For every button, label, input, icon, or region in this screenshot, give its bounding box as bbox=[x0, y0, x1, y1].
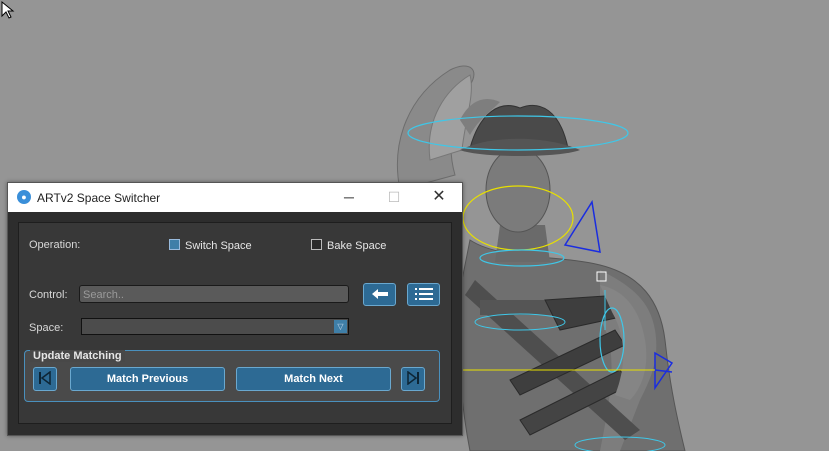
switch-space-option[interactable]: Switch Space bbox=[169, 239, 252, 252]
operation-label: Operation: bbox=[29, 239, 81, 251]
update-matching-group: Update Matching Match Previous Match Nex… bbox=[24, 350, 440, 402]
close-button[interactable]: ✕ bbox=[425, 187, 453, 207]
space-dropdown[interactable]: ▽ bbox=[81, 318, 349, 335]
chevron-down-icon[interactable]: ▽ bbox=[334, 320, 347, 333]
update-matching-title: Update Matching bbox=[30, 350, 125, 362]
title-bar[interactable]: ● ARTv2 Space Switcher ─ ☐ ✕ bbox=[8, 183, 462, 212]
last-frame-button[interactable] bbox=[401, 367, 425, 391]
first-frame-button[interactable] bbox=[33, 367, 57, 391]
control-search-input[interactable]: Search.. bbox=[79, 285, 349, 303]
skip-first-icon bbox=[39, 370, 51, 386]
list-icon bbox=[414, 288, 433, 300]
main-panel: Operation: Switch Space Bake Space Contr… bbox=[18, 222, 452, 424]
maximize-button[interactable]: ☐ bbox=[380, 187, 408, 207]
space-switcher-window: ● ARTv2 Space Switcher ─ ☐ ✕ Operation: … bbox=[7, 182, 463, 436]
mouse-cursor-icon bbox=[1, 0, 15, 19]
control-label: Control: bbox=[29, 289, 68, 301]
bake-space-option[interactable]: Bake Space bbox=[311, 239, 386, 252]
back-button[interactable] bbox=[363, 283, 396, 306]
bake-space-checkbox[interactable] bbox=[311, 239, 322, 250]
match-next-button[interactable]: Match Next bbox=[236, 367, 391, 391]
minimize-button[interactable]: ─ bbox=[335, 187, 363, 207]
app-icon: ● bbox=[17, 190, 31, 204]
match-previous-button[interactable]: Match Previous bbox=[70, 367, 225, 391]
switch-space-checkbox[interactable] bbox=[169, 239, 180, 250]
space-label: Space: bbox=[29, 322, 64, 334]
arrow-left-icon bbox=[371, 289, 388, 299]
list-button[interactable] bbox=[407, 283, 440, 306]
switch-space-label: Switch Space bbox=[185, 240, 252, 252]
window-title: ARTv2 Space Switcher bbox=[37, 191, 161, 205]
bake-space-label: Bake Space bbox=[327, 240, 387, 252]
skip-last-icon bbox=[407, 370, 419, 386]
